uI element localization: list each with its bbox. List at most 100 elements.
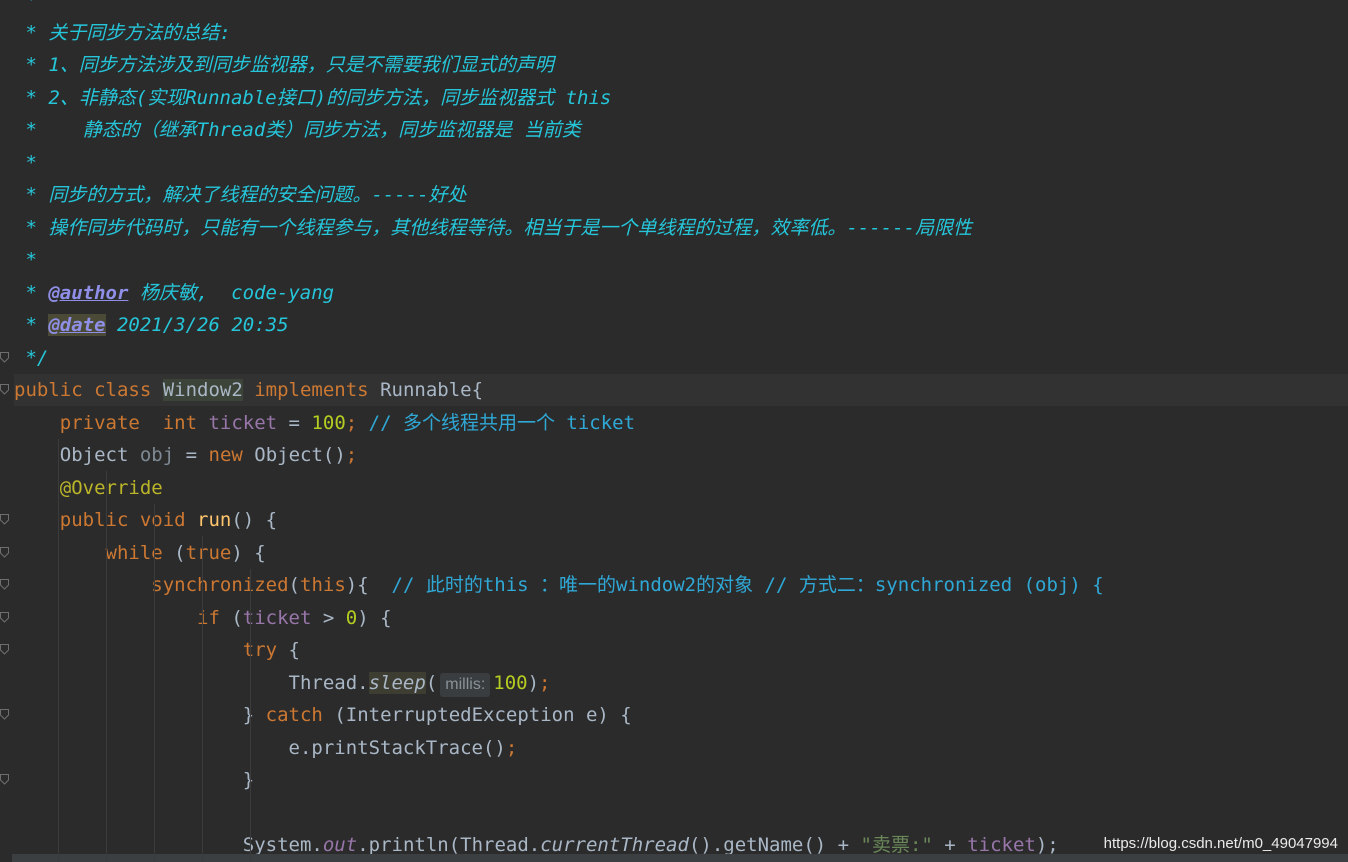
code-token: = (174, 444, 209, 466)
indent-guide (106, 471, 107, 862)
code-token: ) { (357, 606, 392, 629)
code-token: ) (527, 671, 540, 694)
code-token: () { (231, 509, 278, 531)
code-token: out (322, 834, 358, 856)
code-line[interactable]: * (14, 0, 1348, 16)
code-token: @Override (14, 476, 163, 499)
code-line[interactable]: } (14, 764, 1348, 796)
code-line[interactable]: * @author 杨庆敏, code-yang (14, 277, 1348, 309)
code-token: e.printStackTrace() (14, 736, 506, 759)
code-token: run (197, 509, 232, 531)
code-token: ticket (242, 606, 312, 629)
code-line[interactable]: try { (14, 634, 1348, 666)
code-line[interactable]: synchronized(this){ // 此时的this ：唯一的windo… (14, 569, 1348, 601)
fold-marker-icon[interactable] (0, 709, 9, 720)
code-token: implements (242, 379, 381, 401)
code-line[interactable]: * 关于同步方法的总结: (14, 17, 1348, 49)
code-token: currentThread (540, 834, 689, 856)
code-token: Runnable{ (380, 379, 484, 401)
code-token: public class (14, 379, 163, 401)
code-token: .println(Thread. (357, 834, 541, 856)
code-token: 2021/3/26 20:35 (105, 314, 289, 336)
code-line[interactable]: * 1、同步方法涉及到同步监视器，只是不需要我们显式的声明 (14, 49, 1348, 81)
code-line[interactable]: Thread.sleep(millis: 100); (14, 667, 1348, 699)
code-token: * 关于同步方法的总结: (14, 21, 231, 44)
code-token: ( (174, 541, 186, 564)
code-token: * (14, 0, 37, 11)
code-token: ; (345, 444, 358, 466)
code-line[interactable]: } catch (InterruptedException e) { (14, 699, 1348, 731)
parameter-hint: millis: (440, 672, 491, 697)
code-line[interactable]: private int ticket = 100; // 多个线程共用一个 ti… (14, 407, 1348, 439)
code-token: 100 (493, 671, 528, 694)
code-token: synchronized (14, 574, 289, 596)
indent-guide (202, 536, 203, 862)
code-token: if (14, 606, 232, 629)
code-token: this (300, 574, 346, 596)
code-token: ; (345, 411, 369, 434)
code-token: // 此时的this ：唯一的window2的对象 // 方式二：synchro… (391, 574, 1104, 596)
code-line[interactable]: * 静态的（继承Thread类）同步方法，同步监视器是 当前类 (14, 114, 1348, 146)
code-token: Object() (254, 444, 346, 466)
code-line[interactable] (14, 797, 1348, 829)
code-editor[interactable]: * * 关于同步方法的总结: * 1、同步方法涉及到同步监视器，只是不需要我们显… (0, 0, 1348, 862)
code-line[interactable]: public class Window2 implements Runnable… (14, 374, 1348, 406)
code-token: ( (288, 574, 300, 596)
fold-marker-icon[interactable] (0, 774, 9, 785)
code-token: Window2 (162, 379, 243, 401)
code-token: // 多个线程共用一个 ticket (368, 411, 636, 434)
fold-marker-icon[interactable] (0, 384, 9, 395)
code-token: * (14, 314, 49, 336)
code-token: ( (425, 671, 438, 694)
code-token: true (185, 541, 232, 564)
fold-marker-icon[interactable] (0, 579, 9, 590)
horizontal-scrollbar[interactable] (12, 854, 1348, 862)
code-token: Thread. (14, 671, 369, 694)
code-token: > (311, 606, 346, 629)
code-token: 0 (345, 606, 358, 629)
code-token: "卖票:" (860, 834, 933, 856)
code-line[interactable]: * 同步的方式，解决了线程的安全问题。-----好处 (14, 179, 1348, 211)
code-line[interactable]: * @date 2021/3/26 20:35 (14, 309, 1348, 341)
code-token: (InterruptedException e) { (334, 704, 632, 726)
code-token: while (14, 541, 175, 564)
code-token: new (208, 444, 255, 466)
code-token: * (14, 151, 37, 174)
code-line[interactable]: * 操作同步代码时，只能有一个线程参与，其他线程等待。相当于是一个单线程的过程，… (14, 212, 1348, 244)
code-token: ().getName() + (688, 834, 861, 856)
code-token: */ (14, 346, 49, 369)
code-line[interactable]: * (14, 147, 1348, 179)
code-line[interactable]: * (14, 244, 1348, 276)
code-token: } (14, 704, 266, 726)
fold-marker-icon[interactable] (0, 514, 9, 525)
fold-marker-icon[interactable] (0, 546, 9, 558)
fold-marker-icon[interactable] (0, 644, 9, 655)
code-line[interactable]: public void run() { (14, 504, 1348, 536)
code-token: sleep (368, 671, 426, 694)
code-token: @author (48, 281, 129, 304)
code-line[interactable]: while (true) { (14, 537, 1348, 569)
code-token: * 2、非静态(实现Runnable接口)的同步方法，同步监视器式 this (14, 86, 612, 109)
code-line[interactable]: if (ticket > 0) { (14, 602, 1348, 634)
code-line[interactable]: Object obj = new Object(); (14, 439, 1348, 471)
watermark-url: https://blog.csdn.net/m0_49047994 (1103, 835, 1338, 852)
code-token: obj (139, 444, 175, 466)
code-token: + (932, 834, 968, 856)
code-line[interactable]: e.printStackTrace(); (14, 732, 1348, 764)
code-token: private int (14, 411, 209, 434)
code-token: 杨庆敏, code-yang (128, 281, 335, 304)
code-line[interactable]: */ (14, 342, 1348, 374)
code-token: ) { (231, 541, 266, 564)
code-token: ; (539, 671, 551, 694)
code-token: * (14, 281, 49, 304)
code-token: @date (48, 314, 106, 336)
code-token: * 静态的（继承Thread类）同步方法，同步监视器是 当前类 (14, 119, 581, 141)
code-line[interactable]: @Override (14, 472, 1348, 504)
fold-marker-icon[interactable] (0, 611, 9, 623)
code-token: ticket (967, 834, 1036, 856)
code-line[interactable]: * 2、非静态(实现Runnable接口)的同步方法，同步监视器式 this (14, 82, 1348, 114)
fold-marker-icon[interactable] (0, 351, 9, 363)
indent-guide (250, 568, 251, 862)
code-token: try (14, 639, 289, 661)
code-token: ( (231, 606, 243, 629)
